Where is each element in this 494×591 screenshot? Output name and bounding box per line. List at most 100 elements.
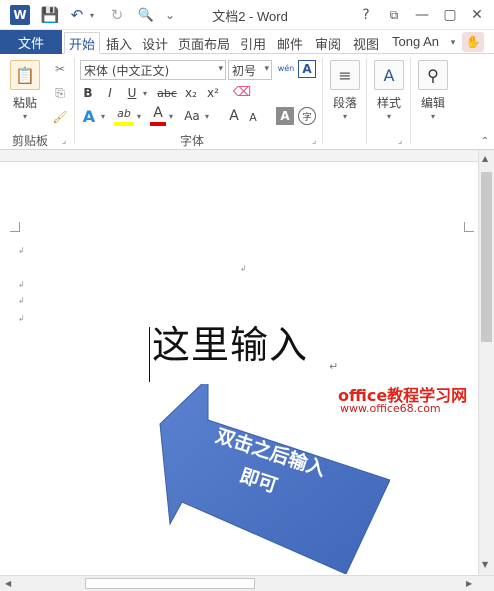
chevron-down-icon: ▾ (264, 64, 269, 74)
clipboard-group-label: 剪贴板 (12, 134, 49, 148)
italic-button[interactable]: I (102, 84, 118, 102)
collapse-ribbon-icon[interactable]: ⌃ (478, 134, 492, 148)
tab-file[interactable]: 文件 (0, 30, 62, 54)
scroll-down-icon[interactable]: ▼ (482, 560, 488, 569)
crop-mark-top-right (464, 222, 474, 232)
ribbon-display-button[interactable]: ⧉ (384, 5, 404, 25)
minimize-button[interactable]: — (412, 5, 432, 25)
window-title: 文档2 - Word (212, 8, 288, 24)
enclose-char-button[interactable]: 字 (298, 107, 316, 125)
font-size-select[interactable]: 初号 ▾ (228, 60, 272, 80)
char-border-button[interactable]: A (298, 60, 316, 78)
grow-font-button[interactable]: A (226, 106, 242, 126)
undo-icon[interactable]: ↶ (68, 5, 86, 25)
text-effect-button[interactable]: A (80, 106, 98, 126)
styles-button[interactable]: A 样式 ▾ (374, 60, 404, 121)
styles-launcher-icon[interactable]: ⌟ (398, 136, 402, 146)
tab-mailings[interactable]: 邮件 (272, 32, 308, 54)
undo-dropdown-icon[interactable]: ▾ (87, 5, 97, 25)
print-preview-icon[interactable]: 🔍 (136, 5, 156, 25)
paragraph-button[interactable]: ≡ 段落 ▾ (330, 60, 360, 121)
ruler-strip (0, 150, 494, 162)
copy-icon[interactable]: ⎘ (50, 84, 70, 102)
title-bar: W 💾 ↶ ▾ ↻ 🔍 ⌄ 文档2 - Word ? ⧉ — ▢ ✕ (0, 0, 494, 30)
paragraph-mark-icon: ↲ (18, 246, 25, 255)
tab-layout[interactable]: 页面布局 (174, 32, 234, 54)
font-launcher-icon[interactable]: ⌟ (312, 136, 316, 146)
scroll-left-icon[interactable]: ◀ (5, 579, 11, 588)
format-painter-icon[interactable]: 🖌 (50, 108, 70, 126)
change-case-button[interactable]: Aa (182, 106, 202, 126)
paragraph-label: 段落 (332, 96, 357, 110)
text-effect-dropdown-icon[interactable]: ▾ (98, 106, 108, 126)
paragraph-mark-icon: ↵ (329, 360, 339, 373)
divider (410, 58, 411, 144)
watermark-url: www.office68.com (340, 402, 441, 415)
underline-button[interactable]: U (124, 84, 140, 102)
clipboard-launcher-icon[interactable]: ⌟ (62, 136, 66, 146)
paragraph-mark-icon: ↲ (240, 264, 247, 273)
document-body-text[interactable]: 这里输入 (152, 326, 308, 364)
font-name-select[interactable]: 宋体 (中文正文) ▾ (80, 60, 226, 80)
superscript-button[interactable]: x² (204, 84, 222, 102)
paste-button[interactable]: 📋 粘贴 ▾ (10, 60, 40, 121)
paragraph-mark-icon: ↲ (18, 280, 25, 289)
ribbon-home: 📋 粘贴 ▾ ✂ ⎘ 🖌 剪贴板 ⌟ 宋体 (中文正文) ▾ 初号 ▾ wén … (0, 54, 494, 150)
word-logo-icon: W (10, 5, 30, 25)
font-color-button[interactable]: A (150, 104, 166, 126)
strikethrough-button[interactable]: abc (156, 84, 178, 102)
highlight-button[interactable]: ab (114, 104, 134, 126)
subscript-button[interactable]: x₂ (182, 84, 200, 102)
change-case-dropdown-icon[interactable]: ▾ (202, 106, 212, 126)
document-canvas[interactable]: ↲ ↲ ↲ ↲ ↲ 这里输入 ↵ 双击之后输入 即可 office教程学习网 w… (0, 162, 478, 575)
tab-home[interactable]: 开始 (64, 32, 100, 54)
divider (366, 58, 367, 144)
help-button[interactable]: ? (356, 5, 376, 25)
paste-icon: 📋 (10, 60, 40, 90)
close-button[interactable]: ✕ (467, 5, 487, 25)
chevron-down-icon: ▾ (218, 64, 223, 74)
clear-format-icon[interactable]: ⌫ (232, 82, 252, 102)
tab-review[interactable]: 审阅 (310, 32, 346, 54)
editing-button[interactable]: ⚲ 编辑 ▾ (418, 60, 448, 121)
font-color-dropdown-icon[interactable]: ▾ (166, 106, 176, 126)
styles-label: 样式 (376, 96, 401, 110)
phonetic-label: wén (277, 64, 295, 73)
scroll-up-icon[interactable]: ▲ (482, 154, 488, 163)
scroll-right-icon[interactable]: ▶ (466, 579, 472, 588)
editing-dropdown-icon: ▾ (430, 112, 435, 121)
paragraph-mark-icon: ↲ (18, 314, 25, 323)
horizontal-scroll-thumb[interactable] (85, 578, 255, 589)
underline-dropdown-icon[interactable]: ▾ (140, 84, 150, 102)
maximize-button[interactable]: ▢ (440, 5, 460, 25)
tab-insert[interactable]: 插入 (102, 32, 136, 54)
shrink-font-button[interactable]: A (246, 108, 260, 126)
phonetic-guide-button[interactable]: wén (276, 58, 296, 80)
save-icon[interactable]: 💾 (40, 5, 60, 25)
styles-icon: A (374, 60, 404, 90)
paragraph-icon: ≡ (330, 60, 360, 90)
tab-view[interactable]: 视图 (348, 32, 384, 54)
vertical-scrollbar[interactable]: ▲ ▼ (478, 150, 494, 575)
user-name[interactable]: Tong An (392, 34, 439, 49)
bold-button[interactable]: B (80, 84, 96, 102)
redo-icon[interactable]: ↻ (108, 5, 126, 25)
horizontal-scrollbar[interactable]: ◀ ▶ (0, 575, 494, 591)
divider (322, 58, 323, 144)
user-dropdown-icon[interactable]: ▾ (448, 32, 458, 54)
cut-icon[interactable]: ✂ (50, 60, 70, 78)
vertical-scroll-thumb[interactable] (481, 172, 492, 342)
tab-design[interactable]: 设计 (138, 32, 172, 54)
binoculars-icon: ⚲ (418, 60, 448, 90)
char-shading-button[interactable]: A (276, 107, 294, 125)
ribbon-tabs: 文件 开始 插入 设计 页面布局 引用 邮件 审阅 视图 Tong An ▾ ✋ (0, 30, 494, 54)
tab-references[interactable]: 引用 (236, 32, 270, 54)
customize-qat-icon[interactable]: ⌄ (164, 5, 176, 25)
paragraph-dropdown-icon: ▾ (342, 112, 347, 121)
font-group-label: 字体 (180, 134, 205, 148)
avatar[interactable]: ✋ (462, 32, 484, 52)
paste-dropdown-icon[interactable]: ▾ (23, 112, 27, 121)
highlight-dropdown-icon[interactable]: ▾ (134, 106, 144, 126)
editing-label: 编辑 (420, 96, 445, 110)
divider (74, 58, 75, 144)
